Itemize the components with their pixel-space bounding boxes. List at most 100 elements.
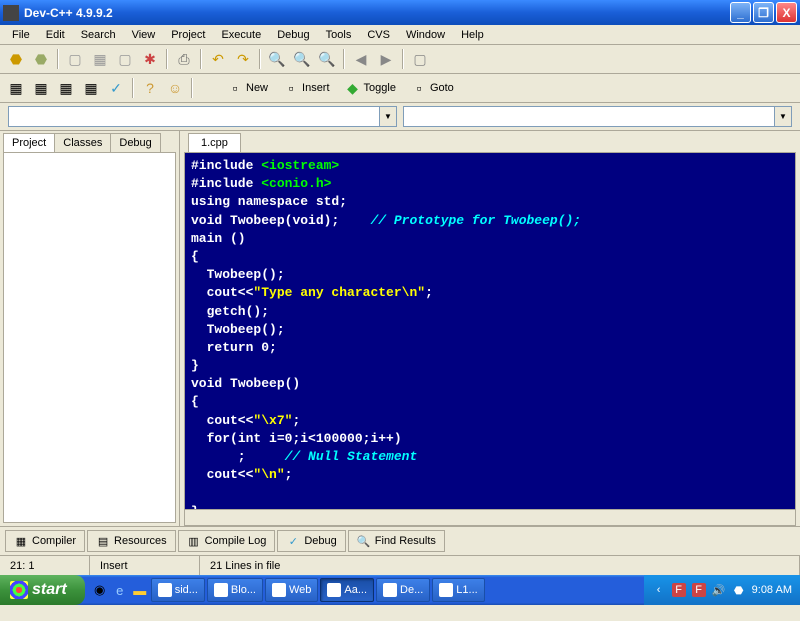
close-button[interactable]: X [776,2,797,23]
new-button[interactable]: ▫New [221,78,274,98]
taskbar-item[interactable]: L1... [432,578,484,602]
find-icon[interactable]: 🔍 [266,48,288,70]
toggle-button[interactable]: ◆Toggle [339,78,402,98]
ql-ie-icon[interactable]: e [111,581,129,599]
class-combo[interactable]: ▼ [8,106,397,127]
menu-edit[interactable]: Edit [38,27,73,43]
windows-taskbar: start ◉ e ▬ sid...Blo...WebAa...De...L1.… [0,575,800,605]
status-mode: Insert [90,556,200,575]
grid-icon[interactable]: ▦ [89,48,111,70]
goto-button[interactable]: ▫Goto [405,78,460,98]
project-tree[interactable] [3,152,176,523]
dropdown-icon: ▼ [379,107,396,126]
box-icon[interactable]: ▢ [409,48,431,70]
editor-area: 1.cpp #include <iostream> #include <coni… [180,131,800,526]
ql-folder-icon[interactable]: ▬ [131,581,149,599]
find-icon: 🔍 [357,534,371,548]
status-lines: 21 Lines in file [200,556,800,575]
app-icon [439,583,453,597]
window-title: Dev-C++ 4.9.9.2 [24,6,730,20]
nav-back-icon[interactable]: ◀ [350,48,372,70]
taskbar-item[interactable]: Aa... [320,578,374,602]
menu-file[interactable]: File [4,27,38,43]
method-combo[interactable]: ▼ [403,106,792,127]
insert-button[interactable]: ▫Insert [277,78,336,98]
nav-fwd-icon[interactable]: ▶ [375,48,397,70]
menubar: File Edit Search View Project Execute De… [0,25,800,45]
shield2-icon[interactable]: ⬣ [30,48,52,70]
horizontal-scrollbar[interactable] [184,510,796,526]
colorgrid1-icon[interactable]: ▦ [5,77,27,99]
colorgrid2-icon[interactable]: ▦ [30,77,52,99]
app-icon [383,583,397,597]
tab-debug[interactable]: Debug [110,133,160,152]
taskbar-item[interactable]: De... [376,578,430,602]
menu-search[interactable]: Search [73,27,124,43]
config-icon[interactable]: ✱ [139,48,161,70]
tray-volume-icon[interactable]: 🔊 [712,583,726,597]
new-icon: ▫ [227,80,243,96]
bottom-tabs: ▦Compiler ▤Resources ▥Compile Log ✓Debug… [0,526,800,555]
replace-icon[interactable]: 🔍 [291,48,313,70]
windows-logo-icon [10,581,28,599]
tray-shield-icon[interactable]: ⬣ [732,583,746,597]
left-panel: Project Classes Debug [0,131,180,526]
editor-tab-1cpp[interactable]: 1.cpp [188,133,241,152]
tab-classes[interactable]: Classes [54,133,111,152]
help-icon[interactable]: ? [139,77,161,99]
quick-launch: ◉ e ▬ sid...Blo...WebAa...De...L1... [85,578,644,602]
app-icon [272,583,286,597]
menu-project[interactable]: Project [163,27,213,43]
redo-icon[interactable]: ↷ [232,48,254,70]
tray-chevron-icon[interactable]: ‹ [652,583,666,597]
square1-icon[interactable]: ▢ [64,48,86,70]
tab-compile-log[interactable]: ▥Compile Log [178,530,276,552]
menu-execute[interactable]: Execute [213,27,269,43]
app-icon [158,583,172,597]
tab-debug-bottom[interactable]: ✓Debug [277,530,345,552]
menu-tools[interactable]: Tools [318,27,360,43]
separator [191,78,193,98]
tab-project[interactable]: Project [3,133,55,152]
ql-chrome-icon[interactable]: ◉ [91,581,109,599]
start-button[interactable]: start [0,575,85,605]
tab-compiler[interactable]: ▦Compiler [5,530,85,552]
taskbar-item[interactable]: Web [265,578,318,602]
colorgrid3-icon[interactable]: ▦ [55,77,77,99]
insert-icon: ▫ [283,80,299,96]
log-icon: ▥ [187,534,201,548]
menu-window[interactable]: Window [398,27,453,43]
menu-debug[interactable]: Debug [269,27,317,43]
separator [166,49,168,69]
app-icon [214,583,228,597]
separator [343,49,345,69]
about-icon[interactable]: ☺ [164,77,186,99]
tray-clock[interactable]: 9:08 AM [752,584,792,596]
tab-find-results[interactable]: 🔍Find Results [348,530,445,552]
print-icon[interactable]: ⎙ [173,48,195,70]
maximize-button[interactable]: ❐ [753,2,774,23]
shield1-icon[interactable]: ⬣ [5,48,27,70]
tab-resources[interactable]: ▤Resources [87,530,176,552]
window-titlebar: Dev-C++ 4.9.9.2 _ ❐ X [0,0,800,25]
tray-app2-icon[interactable]: F [692,583,706,597]
taskbar-item[interactable]: Blo... [207,578,263,602]
square2-icon[interactable]: ▢ [114,48,136,70]
status-position: 21: 1 [0,556,90,575]
taskbar-item[interactable]: sid... [151,578,205,602]
findnext-icon[interactable]: 🔍 [316,48,338,70]
tray-app1-icon[interactable]: F [672,583,686,597]
resources-icon: ▤ [96,534,110,548]
menu-view[interactable]: View [124,27,164,43]
goto-icon: ▫ [411,80,427,96]
toggle-icon: ◆ [345,80,361,96]
check-icon[interactable]: ✓ [105,77,127,99]
undo-icon[interactable]: ↶ [207,48,229,70]
colorgrid4-icon[interactable]: ▦ [80,77,102,99]
menu-cvs[interactable]: CVS [359,27,398,43]
minimize-button[interactable]: _ [730,2,751,23]
code-editor[interactable]: #include <iostream> #include <conio.h> u… [184,152,796,510]
dropdown-icon: ▼ [774,107,791,126]
debug-icon: ✓ [286,534,300,548]
menu-help[interactable]: Help [453,27,492,43]
